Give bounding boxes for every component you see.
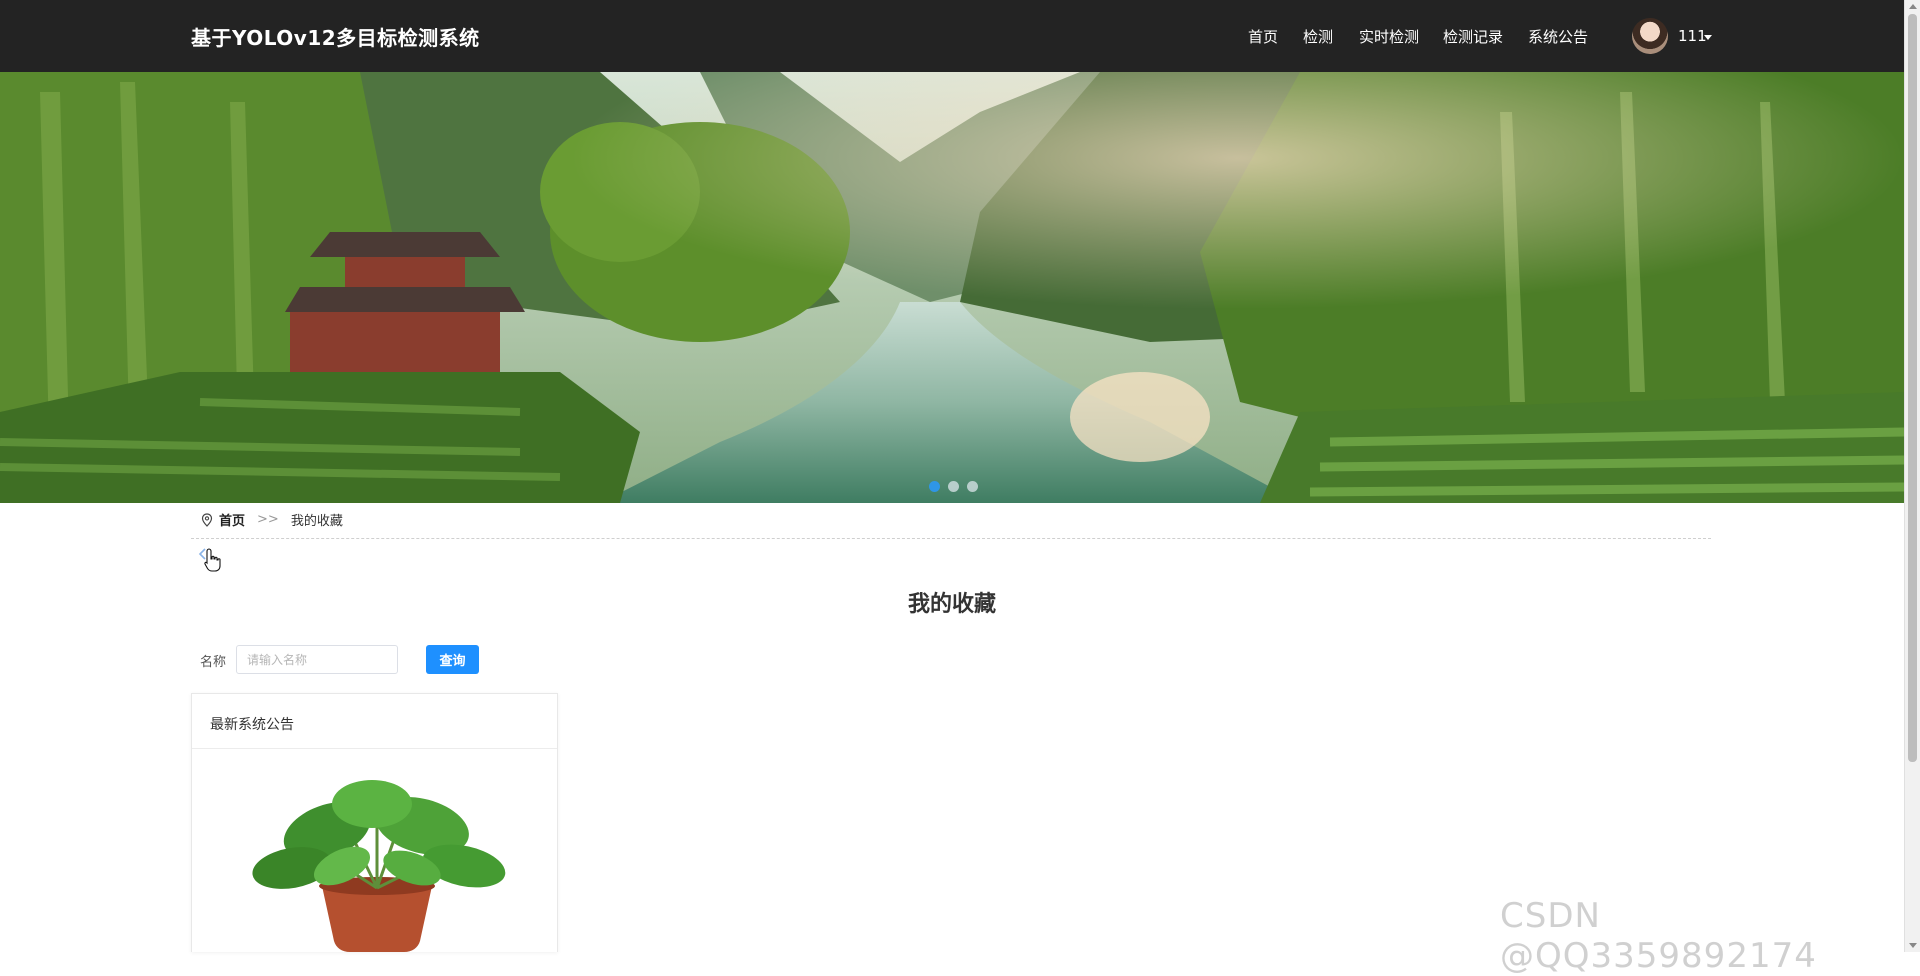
- watermark: CSDN @QQ3359892174: [1500, 896, 1817, 976]
- landscape-image: [0, 72, 1904, 503]
- carousel-dot-1[interactable]: [929, 481, 940, 492]
- hand-cursor-icon: [204, 548, 221, 572]
- scroll-thumb[interactable]: [1908, 14, 1917, 762]
- breadcrumb-separator: >>: [257, 512, 279, 527]
- caret-down-icon[interactable]: [1704, 35, 1712, 40]
- carousel-dot-2[interactable]: [948, 481, 959, 492]
- hero-banner[interactable]: [0, 72, 1904, 503]
- breadcrumb-home[interactable]: 首页: [219, 510, 245, 529]
- carousel-indicators: [929, 481, 978, 492]
- nav-item-realtime-detect[interactable]: 实时检测: [1359, 26, 1419, 47]
- nav-item-detect-records[interactable]: 检测记录: [1443, 26, 1503, 47]
- plant-image: [252, 780, 506, 952]
- location-pin-icon: [201, 512, 213, 527]
- site-brand[interactable]: 基于YOLOv12多目标检测系统: [191, 22, 480, 51]
- carousel-dot-3[interactable]: [967, 481, 978, 492]
- query-button[interactable]: 查询: [426, 645, 479, 674]
- page-scrollbar[interactable]: [1904, 0, 1920, 952]
- name-search-input[interactable]: [236, 645, 398, 674]
- user-avatar[interactable]: [1632, 18, 1668, 54]
- breadcrumb-divider: [191, 538, 1711, 539]
- nav-item-home[interactable]: 首页: [1248, 26, 1278, 47]
- card-header: 最新系统公告: [192, 694, 557, 749]
- user-name[interactable]: 111: [1678, 27, 1707, 45]
- breadcrumb-current: 我的收藏: [290, 514, 343, 529]
- top-navbar: 基于YOLOv12多目标检测系统 首页 检测 实时检测 检测记录 系统公告 11…: [0, 0, 1904, 72]
- name-label: 名称: [200, 655, 227, 670]
- announcement-card[interactable]: 最新系统公告: [191, 693, 558, 952]
- nav-item-announcements[interactable]: 系统公告: [1528, 26, 1588, 47]
- page-title: 我的收藏: [907, 592, 996, 617]
- breadcrumb: 首页 >> 我的收藏: [201, 510, 343, 529]
- nav-item-detect[interactable]: 检测: [1303, 26, 1333, 47]
- scroll-up-arrow-icon[interactable]: [1909, 4, 1917, 9]
